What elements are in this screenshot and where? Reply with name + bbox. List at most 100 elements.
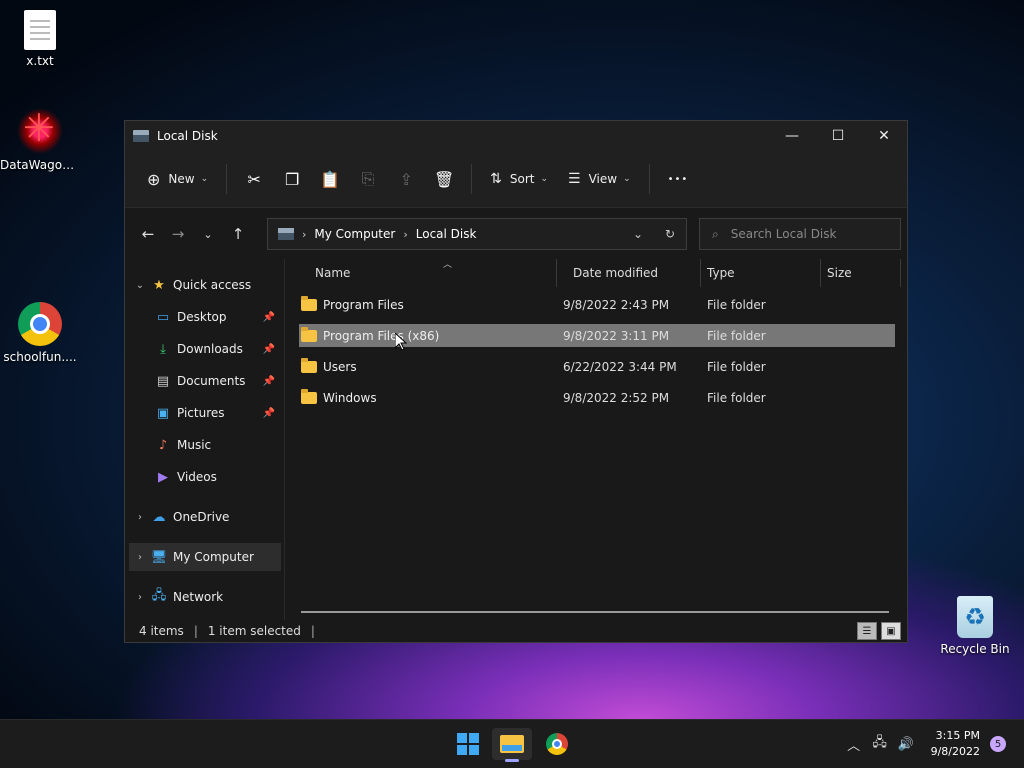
network-icon: 🖧 (151, 588, 167, 603)
text-file-icon (24, 10, 56, 50)
cut-icon[interactable]: ✂ (240, 161, 268, 197)
desktop-icon-schoolfun[interactable]: schoolfun.... (0, 302, 80, 364)
expand-down-icon[interactable]: ⌄ (129, 280, 151, 291)
toolbar-divider (226, 164, 228, 194)
column-header-type[interactable]: Type (701, 259, 821, 287)
desktop-icon-label: DataWagon... (0, 158, 80, 172)
address-dropdown-icon[interactable]: ⌄ (622, 227, 654, 241)
column-label: Name (315, 266, 351, 280)
nav-network[interactable]: › 🖧 Network (129, 583, 281, 611)
expand-right-icon[interactable]: › (129, 512, 151, 523)
taskbar-chrome[interactable] (537, 728, 577, 760)
nav-quick-access[interactable]: ⌄ ★ Quick access (129, 271, 281, 299)
horizontal-scrollbar[interactable] (301, 611, 889, 613)
command-bar: ⊕ New ⌄ ✂ ❐ 📋 ⎘ ⇪ 🗑 ⇅ Sort ⌄ ☰ View ⌄ ••… (125, 151, 907, 208)
music-icon: ♪ (158, 437, 168, 453)
copy-icon[interactable]: ❐ (278, 161, 306, 197)
minimize-button[interactable]: — (769, 121, 815, 151)
up-button[interactable]: ↑ (223, 219, 253, 249)
maximize-button[interactable]: ☐ (815, 121, 861, 151)
pin-icon: 📌 (262, 343, 275, 355)
file-name: Windows (323, 390, 377, 405)
nav-label: OneDrive (173, 510, 230, 524)
desktop-icon-x-txt[interactable]: x.txt (0, 10, 80, 68)
view-icon: ☰ (568, 171, 581, 187)
desktop-icon: ▭ (156, 309, 170, 325)
network-icon[interactable]: 🖧 (867, 733, 893, 755)
delete-icon[interactable]: 🗑 (430, 161, 458, 197)
window-title: Local Disk (157, 129, 218, 143)
nav-pictures[interactable]: ▣ Pictures 📌 (155, 399, 281, 427)
view-button[interactable]: ☰ View ⌄ (558, 161, 641, 197)
file-date: 9/8/2022 3:11 PM (563, 328, 670, 343)
sort-ascending-icon: ︿ (443, 260, 453, 270)
sort-icon: ⇅ (490, 171, 502, 187)
system-tray: ︿ 🖧 🔊 3:15 PM 9/8/2022 5 (841, 720, 1024, 768)
details-view-icon[interactable]: ☰ (857, 622, 877, 640)
recent-locations-button[interactable]: ⌄ (193, 219, 223, 249)
back-button[interactable]: ← (133, 219, 163, 249)
notification-badge[interactable]: 5 (990, 736, 1006, 752)
nav-label: My Computer (173, 550, 254, 564)
paste-icon[interactable]: 📋 (316, 161, 344, 197)
new-button[interactable]: ⊕ New ⌄ (137, 161, 218, 197)
address-row: ← → ⌄ ↑ › My Computer › Local Disk ⌄ ↻ ⌕ (125, 208, 907, 260)
nav-downloads[interactable]: ⤓ Downloads 📌 (155, 335, 281, 363)
file-type: File folder (707, 297, 766, 312)
title-bar[interactable]: Local Disk — ☐ ✕ (125, 121, 907, 151)
address-bar[interactable]: › My Computer › Local Disk ⌄ ↻ (267, 218, 687, 250)
column-header-name[interactable]: ︿ Name (299, 259, 557, 287)
clock[interactable]: 3:15 PM 9/8/2022 (931, 728, 980, 760)
tiles-view-icon[interactable]: ▣ (881, 622, 901, 640)
more-options-button[interactable]: ••• (658, 161, 699, 197)
desktop-icon-datawagon[interactable]: DataWagon... (0, 106, 80, 172)
clock-date: 9/8/2022 (930, 745, 980, 758)
nav-label: Quick access (173, 278, 252, 292)
column-label: Size (827, 266, 852, 280)
column-header-size[interactable]: Size (821, 259, 901, 287)
download-icon: ⤓ (160, 341, 166, 357)
nav-videos[interactable]: ▶ Videos (155, 463, 281, 491)
nav-desktop[interactable]: ▭ Desktop 📌 (155, 303, 281, 331)
nav-my-computer[interactable]: › 🖥 My Computer (129, 543, 281, 571)
share-icon[interactable]: ⇪ (392, 161, 420, 197)
file-date: 9/8/2022 2:52 PM (563, 390, 670, 405)
nav-onedrive[interactable]: › ☁ OneDrive (129, 503, 281, 531)
file-date: 9/8/2022 2:43 PM (563, 297, 670, 312)
nav-music[interactable]: ♪ Music (155, 431, 281, 459)
volume-icon[interactable]: 🔊 (893, 737, 919, 752)
table-row[interactable]: Windows 9/8/2022 2:52 PM File folder (299, 386, 895, 409)
file-name: Users (323, 359, 357, 374)
taskbar-file-explorer[interactable] (492, 728, 532, 762)
breadcrumb-local-disk[interactable]: Local Disk (416, 227, 477, 241)
search-input[interactable] (728, 226, 883, 242)
show-hidden-icons-chevron-up-icon[interactable]: ︿ (841, 735, 867, 754)
search-box[interactable]: ⌕ (699, 218, 901, 250)
expand-right-icon[interactable]: › (129, 592, 151, 603)
sort-button[interactable]: ⇅ Sort ⌄ (480, 161, 558, 197)
expand-right-icon[interactable]: › (129, 552, 151, 563)
rename-icon[interactable]: ⎘ (354, 161, 382, 197)
start-button[interactable] (448, 728, 488, 760)
nav-documents[interactable]: ▤ Documents 📌 (155, 367, 281, 395)
breadcrumb-my-computer[interactable]: My Computer (314, 227, 395, 241)
toolbar-divider (471, 164, 473, 194)
desktop-icon-recycle-bin[interactable]: ♻ Recycle Bin (935, 596, 1015, 656)
navigation-pane: ⌄ ★ Quick access ▭ Desktop 📌 ⤓ Downloads… (125, 259, 285, 620)
refresh-icon[interactable]: ↻ (654, 227, 686, 241)
column-header-date-modified[interactable]: Date modified (557, 259, 701, 287)
table-row[interactable]: Program Files 9/8/2022 2:43 PM File fold… (299, 293, 895, 316)
close-button[interactable]: ✕ (861, 121, 907, 151)
folder-icon (301, 388, 317, 404)
folder-icon (301, 295, 317, 311)
table-row-selected[interactable]: Program Files (x86) 9/8/2022 3:11 PM Fil… (299, 324, 895, 347)
forward-button[interactable]: → (163, 219, 193, 249)
column-headers: ︿ Name Date modified Type Size (299, 259, 901, 287)
nav-label: Pictures (177, 406, 225, 420)
table-row[interactable]: Users 6/22/2022 3:44 PM File folder (299, 355, 895, 378)
chrome-icon (18, 302, 62, 346)
more-icon: ••• (667, 173, 689, 185)
file-name: Program Files (x86) (323, 328, 440, 343)
file-type: File folder (707, 390, 766, 405)
chrome-icon (546, 733, 568, 755)
